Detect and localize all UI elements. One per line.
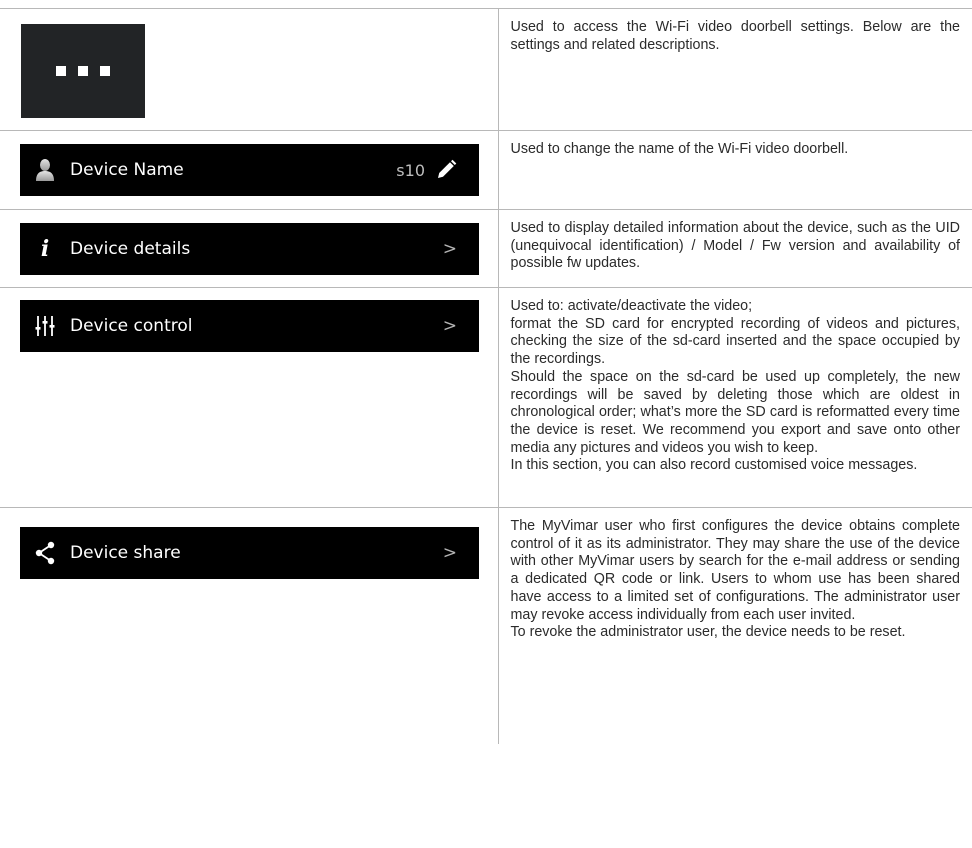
device-details-item[interactable]: i Device details > [20,223,479,275]
table-cell-description: Used to change the name of the Wi-Fi vid… [497,130,972,210]
table-cell-description: The MyVimar user who first configures th… [497,507,972,744]
more-icon-dot [78,66,88,76]
chevron-right-icon: > [442,239,457,259]
pencil-icon[interactable] [435,159,457,181]
description-text: In this section, you can also record cus… [510,457,918,474]
share-icon [32,540,58,566]
table-cell-screenshot: Device control > [0,287,499,508]
sliders-icon [32,313,58,339]
device-name-value: s10 [396,160,425,180]
more-icon-dot [56,66,66,76]
description-text: Used to: activate/deactivate the video; [510,298,753,314]
table-cell-screenshot [0,8,499,131]
device-details-label: Device details [70,239,191,259]
device-control-label: Device control [70,316,193,336]
device-control-item[interactable]: Device control > [20,300,479,352]
more-icon-dot [100,66,110,76]
chevron-right-icon: > [442,543,457,563]
user-icon [32,157,58,183]
description-text: format the SD card for encrypted recordi… [510,315,961,368]
table-row-device-details: i Device details > Used to display detai… [0,209,972,288]
table-row-device-name: Device Name s10 Used to change the name … [0,130,972,210]
description-text: Should the space on the sd-card be used … [510,368,961,456]
more-menu-button[interactable] [21,24,145,118]
settings-table: Used to access the Wi-Fi video doorbell … [0,8,972,744]
description-text: Used to change the name of the Wi-Fi vid… [510,141,849,157]
table-cell-description: Used to access the Wi-Fi video doorbell … [497,8,972,131]
description-text: The MyVimar user who first configures th… [510,518,961,623]
device-name-label: Device Name [70,160,184,180]
table-row-device-control: Device control > Used to: activate/deact… [0,287,972,508]
table-cell-screenshot: i Device details > [0,209,499,288]
info-icon: i [40,236,50,262]
description-text: Used to access the Wi-Fi video doorbell … [510,19,961,53]
table-row-device-share: Device share > The MyVimar user who firs… [0,507,972,744]
table-row-menu: Used to access the Wi-Fi video doorbell … [0,8,972,131]
table-cell-screenshot: Device share > [0,507,499,744]
description-text: To revoke the administrator user, the de… [510,624,906,641]
device-name-item[interactable]: Device Name s10 [20,144,479,196]
description-text: Used to display detailed information abo… [510,220,961,272]
device-share-item[interactable]: Device share > [20,527,479,579]
chevron-right-icon: > [442,316,457,336]
table-cell-description: Used to: activate/deactivate the video; … [497,287,972,508]
table-cell-screenshot: Device Name s10 [0,130,499,210]
device-share-label: Device share [70,543,181,563]
table-cell-description: Used to display detailed information abo… [497,209,972,288]
